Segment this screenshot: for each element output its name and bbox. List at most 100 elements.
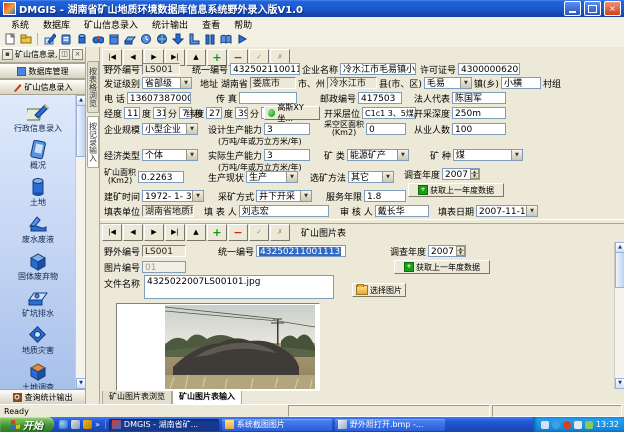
menu-view[interactable]: 查看 [195, 18, 227, 31]
nav-last-button[interactable]: ▶| [165, 224, 185, 241]
menu-database[interactable]: 数据库 [36, 18, 77, 31]
chevron-down-icon[interactable]: ▼ [511, 150, 522, 160]
chevron-down-icon[interactable]: ▼ [300, 191, 311, 201]
pic-survey-year-spinner[interactable]: 2007▲▼ [428, 245, 466, 257]
overview-card-icon[interactable] [59, 33, 72, 46]
tray-safety-icon[interactable] [585, 421, 593, 429]
scroll-down-icon[interactable]: ▼ [615, 378, 624, 389]
spin-down-icon[interactable]: ▼ [470, 173, 479, 179]
nav-post-button[interactable]: ✓ [249, 224, 269, 241]
lon-deg-input[interactable]: 111 [124, 107, 140, 119]
beneficiation-dropdown[interactable]: 其它▼ [348, 171, 394, 183]
picture-scrollbar[interactable]: ▲ ▼ [614, 242, 624, 389]
menu-statistics-output[interactable]: 统计输出 [145, 18, 195, 31]
nav-prior-button[interactable]: ◀ [123, 224, 143, 241]
legal-rep-input[interactable]: 陈国军 [452, 92, 506, 104]
mine-class-dropdown[interactable]: 能源矿产▼ [347, 149, 409, 161]
new-doc-icon[interactable] [3, 33, 16, 46]
chevron-down-icon[interactable]: ▼ [526, 206, 537, 216]
fill-person-input[interactable]: 刘志宏 [239, 205, 329, 217]
menu-help[interactable]: 帮助 [227, 18, 259, 31]
tab-picture-entry[interactable]: 矿山图片表输入 [172, 391, 242, 405]
scrollbar-thumb[interactable] [76, 105, 85, 157]
phone-input[interactable]: 13607387000 [127, 92, 191, 104]
globe-survey-icon[interactable] [155, 33, 168, 46]
unified-no-input[interactable]: 43250211001113 [230, 63, 300, 75]
hazard-clock-icon[interactable] [139, 33, 152, 46]
chevron-down-icon[interactable]: ▼ [286, 172, 297, 182]
fetch-previous-year-button[interactable]: + 获取上一年度数据 [408, 183, 504, 197]
county-dropdown[interactable]: 毛易▼ [424, 77, 472, 89]
tab-picture-browse[interactable]: 矿山图片表浏览 [102, 391, 172, 405]
lon-min-input[interactable]: 31 [153, 107, 166, 119]
tab-record-entry[interactable]: 按记录输入 [87, 116, 99, 168]
service-life-input[interactable]: 1.8 [364, 190, 406, 202]
design-capacity-input[interactable]: 3 [264, 123, 310, 135]
lat-deg-input[interactable]: 27 [206, 107, 222, 119]
mining-layer-input[interactable]: C1c1 3、5煤层 [362, 107, 416, 119]
sidebar-group-database[interactable]: 数据库管理 [0, 63, 85, 79]
chevron-down-icon[interactable]: ▼ [460, 78, 471, 88]
nav-insert-button[interactable]: + [207, 224, 227, 241]
drain-tray-icon[interactable] [123, 33, 136, 46]
sidebar-scrollbar[interactable]: ▲ ▼ [75, 95, 85, 389]
survey-year-spinner[interactable]: 2007▲▼ [442, 168, 480, 180]
tray-messenger-icon[interactable] [552, 421, 560, 429]
tray-antivirus-icon[interactable] [563, 421, 571, 429]
task-screenshot-folder[interactable]: 系统截图图片 [222, 419, 332, 431]
tray-volume-icon[interactable] [574, 421, 582, 429]
sidebar-pin-icon[interactable]: ▪ [2, 49, 13, 60]
chevron-down-icon[interactable]: ▼ [382, 172, 393, 182]
columns-icon[interactable] [203, 33, 216, 46]
mine-area-input[interactable]: 0.2263 [138, 171, 184, 183]
nav-delete-button[interactable]: − [228, 224, 248, 241]
employees-input[interactable]: 100 [452, 123, 506, 135]
sidebar-pushpin-button[interactable]: ◫ [59, 49, 70, 60]
fill-date-picker[interactable]: 2007-11-13▼ [476, 205, 538, 217]
chevron-down-icon[interactable]: ▼ [186, 124, 197, 134]
goaf-area-input[interactable]: 0 [366, 123, 406, 135]
mining-depth-input[interactable]: 250m [452, 107, 506, 119]
nav-cancel-button[interactable]: ✗ [270, 224, 290, 241]
quick-launch-more-icon[interactable]: » [95, 420, 100, 429]
scrollbar-thumb[interactable] [615, 252, 624, 288]
sidebar-item-land-survey[interactable]: 土地调查 [3, 362, 73, 389]
lat-min-input[interactable]: 39 [235, 107, 248, 119]
book-icon[interactable] [219, 33, 232, 46]
pic-fetch-previous-year-button[interactable]: + 获取上一年度数据 [394, 260, 490, 274]
nav-first-button[interactable]: |◀ [102, 224, 122, 241]
build-date-picker[interactable]: 1972- 1- 3▼ [142, 190, 204, 202]
open-folder-icon[interactable] [19, 33, 32, 46]
economic-type-dropdown[interactable]: 个体▼ [142, 149, 198, 161]
production-status-dropdown[interactable]: 生产▼ [246, 171, 298, 183]
sidebar-item-overview[interactable]: 概况 [3, 140, 73, 170]
sidebar-item-geohazard[interactable]: 地质灾害 [3, 325, 73, 355]
gauss-xy-button[interactable]: 高斯XY坐... [264, 106, 320, 120]
filename-input[interactable]: 4325022007LS00101.jpg [144, 275, 334, 299]
waste-box-icon[interactable] [107, 33, 120, 46]
restore-button[interactable] [584, 1, 601, 16]
start-button[interactable]: 开始 [0, 417, 54, 432]
license-no-input[interactable]: 4300000620321 [458, 63, 520, 75]
postcode-input[interactable]: 417503 [358, 92, 402, 104]
choose-picture-button[interactable]: 选择图片 [352, 283, 406, 297]
pic-unified-no-input[interactable]: 43250211001113 [256, 245, 346, 257]
task-bmp-image[interactable]: 野外照打开.bmp -... [335, 419, 445, 431]
spin-down-icon[interactable]: ▼ [456, 250, 465, 256]
run-play-icon[interactable] [235, 33, 248, 46]
menu-mine-info-entry[interactable]: 矿山信息录入 [77, 18, 145, 31]
sidebar-item-solid-waste[interactable]: 固体废弃物 [3, 251, 73, 281]
show-desktop-icon[interactable] [71, 420, 80, 429]
actual-capacity-input[interactable]: 3 [264, 149, 310, 161]
pen-entry-icon[interactable] [43, 33, 56, 46]
download-arrow-icon[interactable] [171, 33, 184, 46]
nav-next-button[interactable]: ▶ [144, 224, 164, 241]
task-dmgis[interactable]: DMGIS - 湖南省矿... [109, 419, 219, 431]
sidebar-item-wastewater[interactable]: 废水废液 [3, 214, 73, 244]
binoculars-icon[interactable] [91, 33, 104, 46]
menu-system[interactable]: 系统 [4, 18, 36, 31]
sidebar-group-mine-entry[interactable]: 矿山信息录入 [0, 79, 85, 95]
town-input[interactable]: 小横 [501, 77, 541, 89]
scroll-down-icon[interactable]: ▼ [76, 378, 85, 389]
sidebar-item-pit-drainage[interactable]: 矿坑排水 [3, 288, 73, 318]
